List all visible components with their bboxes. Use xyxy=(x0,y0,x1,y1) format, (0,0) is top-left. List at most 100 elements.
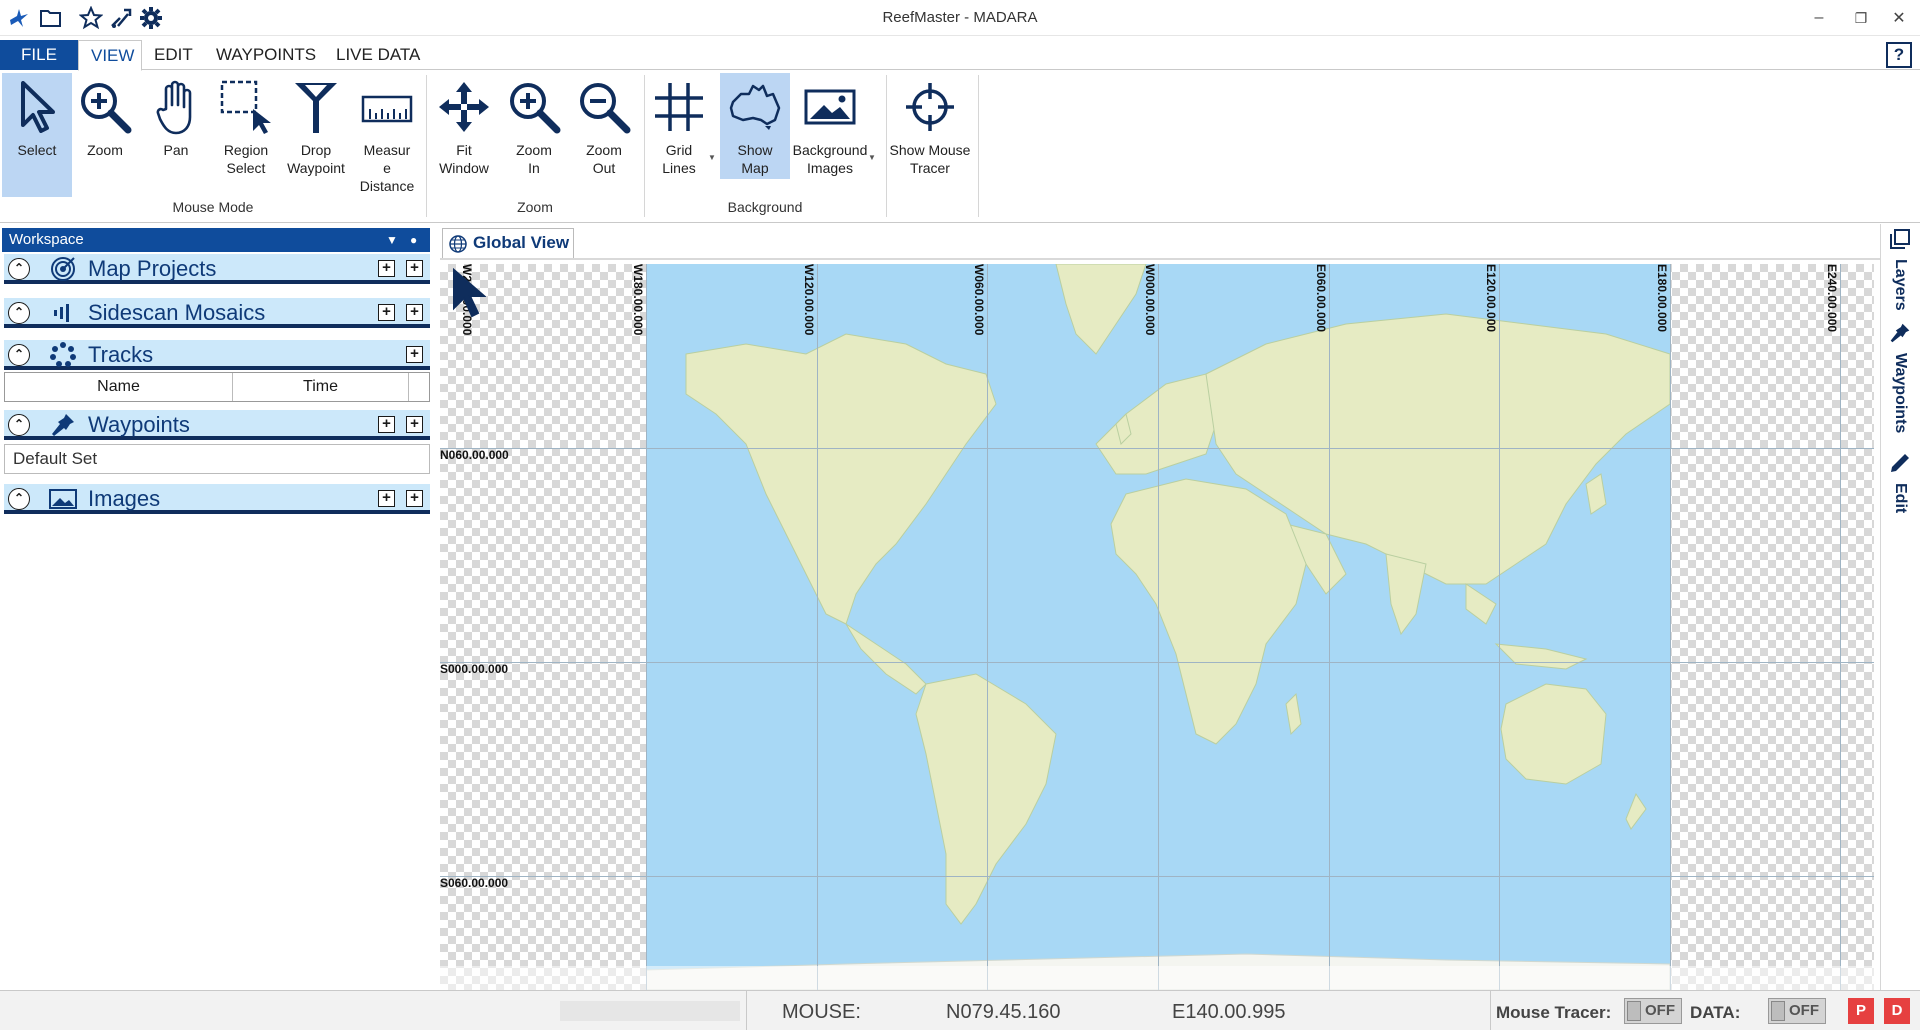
section-tracks[interactable]: ⌃ Tracks + xyxy=(4,340,430,370)
grid-line xyxy=(646,264,647,990)
section-sidescan-mosaics[interactable]: ⌃ Sidescan Mosaics + + xyxy=(4,298,430,328)
close-button[interactable]: ✕ xyxy=(1884,6,1914,30)
menu-tab-bar: FILE VIEW EDIT WAYPOINTS LIVE DATA xyxy=(0,40,1920,71)
tab-live-data[interactable]: LIVE DATA xyxy=(324,40,432,70)
grid-line xyxy=(440,662,1874,663)
collapse-icon[interactable]: ⌃ xyxy=(8,414,30,436)
grid-line xyxy=(817,264,818,990)
side-tab-waypoints[interactable]: Waypoints xyxy=(1885,322,1917,433)
background-images-button[interactable]: Background Images xyxy=(790,73,870,197)
add-item-icon[interactable]: + xyxy=(406,304,423,321)
tab-label: Global View xyxy=(473,233,570,252)
drop-waypoint-icon xyxy=(282,73,350,141)
tab-waypoints[interactable]: WAYPOINTS xyxy=(204,40,328,70)
section-map-projects[interactable]: ⌃ Map Projects + + xyxy=(4,254,430,284)
toggle-state: OFF xyxy=(1645,1002,1675,1019)
show-mouse-tracer-button[interactable]: Show Mouse Tracer xyxy=(888,73,972,197)
d-button[interactable]: D xyxy=(1884,998,1910,1024)
p-button[interactable]: P xyxy=(1848,998,1874,1024)
drop-waypoint-button[interactable]: Drop Waypoint xyxy=(282,73,350,197)
longitude-label: W120.00.000 xyxy=(802,264,816,336)
ruler-icon xyxy=(354,73,420,141)
fit-window-button[interactable]: Fit Window xyxy=(432,73,496,197)
tab-file[interactable]: FILE xyxy=(0,40,78,70)
add-item-icon[interactable]: + xyxy=(406,346,423,363)
grid-lines-button[interactable]: Grid Lines xyxy=(650,73,708,197)
data-label: DATA: xyxy=(1690,1003,1741,1022)
zoom-out-button[interactable]: Zoom Out xyxy=(572,73,636,197)
expand-all-icon[interactable]: + xyxy=(378,304,395,321)
select-tool-button[interactable]: Select xyxy=(2,73,72,197)
column-time[interactable]: Time xyxy=(233,373,409,401)
collapse-icon[interactable]: ⌃ xyxy=(8,344,30,366)
tab-global-view[interactable]: Global View xyxy=(442,228,574,258)
dropdown-arrow-icon[interactable]: ▼ xyxy=(868,153,876,162)
panel-menu-icon[interactable]: ▼ xyxy=(386,228,398,252)
longitude-label: E120.00.000 xyxy=(1484,264,1498,333)
section-title: Tracks xyxy=(88,342,154,367)
target-icon xyxy=(48,256,78,282)
mouse-longitude: E140.00.995 xyxy=(1172,1001,1286,1023)
data-toggle[interactable]: OFF xyxy=(1768,998,1826,1024)
collapse-icon[interactable]: ⌃ xyxy=(8,258,30,280)
crosshair-icon xyxy=(888,73,972,141)
status-separator xyxy=(1490,991,1491,1030)
side-tab-layers[interactable]: Layers xyxy=(1885,228,1917,311)
section-images[interactable]: ⌃ Images + + xyxy=(4,484,430,514)
group-label-mouse-mode: Mouse Mode xyxy=(172,199,254,215)
grid-line xyxy=(440,876,1874,877)
region-select-button[interactable]: Region Select xyxy=(214,73,278,197)
zoom-magnifier-icon xyxy=(74,73,136,141)
restore-button[interactable]: ❐ xyxy=(1846,6,1876,30)
grid-line xyxy=(1499,264,1500,990)
window-title: ReefMaster - MADARA xyxy=(882,9,1038,26)
zoom-in-button[interactable]: Zoom In xyxy=(502,73,566,197)
ribbon-separator xyxy=(426,75,427,217)
help-button[interactable]: ? xyxy=(1886,42,1912,68)
grid-line xyxy=(1670,264,1671,990)
layers-icon xyxy=(1889,228,1917,255)
group-label-zoom: Zoom xyxy=(517,199,553,215)
dropdown-arrow-icon[interactable]: ▼ xyxy=(708,153,716,162)
side-tab-edit[interactable]: Edit xyxy=(1885,452,1917,513)
region-select-icon xyxy=(214,73,278,141)
zoom-out-icon xyxy=(572,73,636,141)
collapse-icon[interactable]: ⌃ xyxy=(8,302,30,324)
ribbon-separator xyxy=(886,75,887,217)
pan-hand-icon xyxy=(144,73,208,141)
expand-all-icon[interactable]: + xyxy=(378,490,395,507)
show-map-button[interactable]: Show Map xyxy=(720,73,790,179)
sonar-waves-icon xyxy=(48,300,78,326)
right-side-panel: Layers Waypoints Edit xyxy=(1880,224,1920,990)
list-item[interactable]: Default Set xyxy=(4,444,430,474)
expand-all-icon[interactable]: + xyxy=(378,260,395,277)
mouse-latitude: N079.45.160 xyxy=(946,1001,1061,1023)
mouse-tracer-toggle[interactable]: OFF xyxy=(1624,998,1682,1024)
pin-icon[interactable]: ● xyxy=(410,228,417,252)
grid-lines-icon xyxy=(650,73,708,141)
fit-window-arrows-icon xyxy=(432,73,496,141)
add-item-icon[interactable]: + xyxy=(406,416,423,433)
minimize-button[interactable]: – xyxy=(1804,6,1834,30)
longitude-label: E180.00.000 xyxy=(1655,264,1669,333)
measure-distance-button[interactable]: Measur e Distance xyxy=(354,73,420,197)
toggle-knob xyxy=(1627,1001,1641,1021)
zoom-tool-button[interactable]: Zoom xyxy=(74,73,136,197)
section-title: Images xyxy=(88,486,161,511)
grid-line xyxy=(1158,264,1159,990)
section-waypoints[interactable]: ⌃ Waypoints + + xyxy=(4,410,430,440)
ribbon-separator xyxy=(644,75,645,217)
landscape-image-icon xyxy=(790,73,870,141)
add-item-icon[interactable]: + xyxy=(406,260,423,277)
pan-tool-button[interactable]: Pan xyxy=(144,73,208,197)
mouse-cursor-icon xyxy=(452,267,487,325)
tab-view[interactable]: VIEW xyxy=(78,40,142,71)
title-bar: ReefMaster - MADARA – ❐ ✕ xyxy=(0,0,1920,36)
expand-all-icon[interactable]: + xyxy=(378,416,395,433)
longitude-label: W180.00.000 xyxy=(631,264,645,336)
add-item-icon[interactable]: + xyxy=(406,490,423,507)
column-name[interactable]: Name xyxy=(5,373,233,401)
longitude-label: W060.00.000 xyxy=(972,264,986,336)
tab-edit[interactable]: EDIT xyxy=(142,40,205,70)
collapse-icon[interactable]: ⌃ xyxy=(8,488,30,510)
